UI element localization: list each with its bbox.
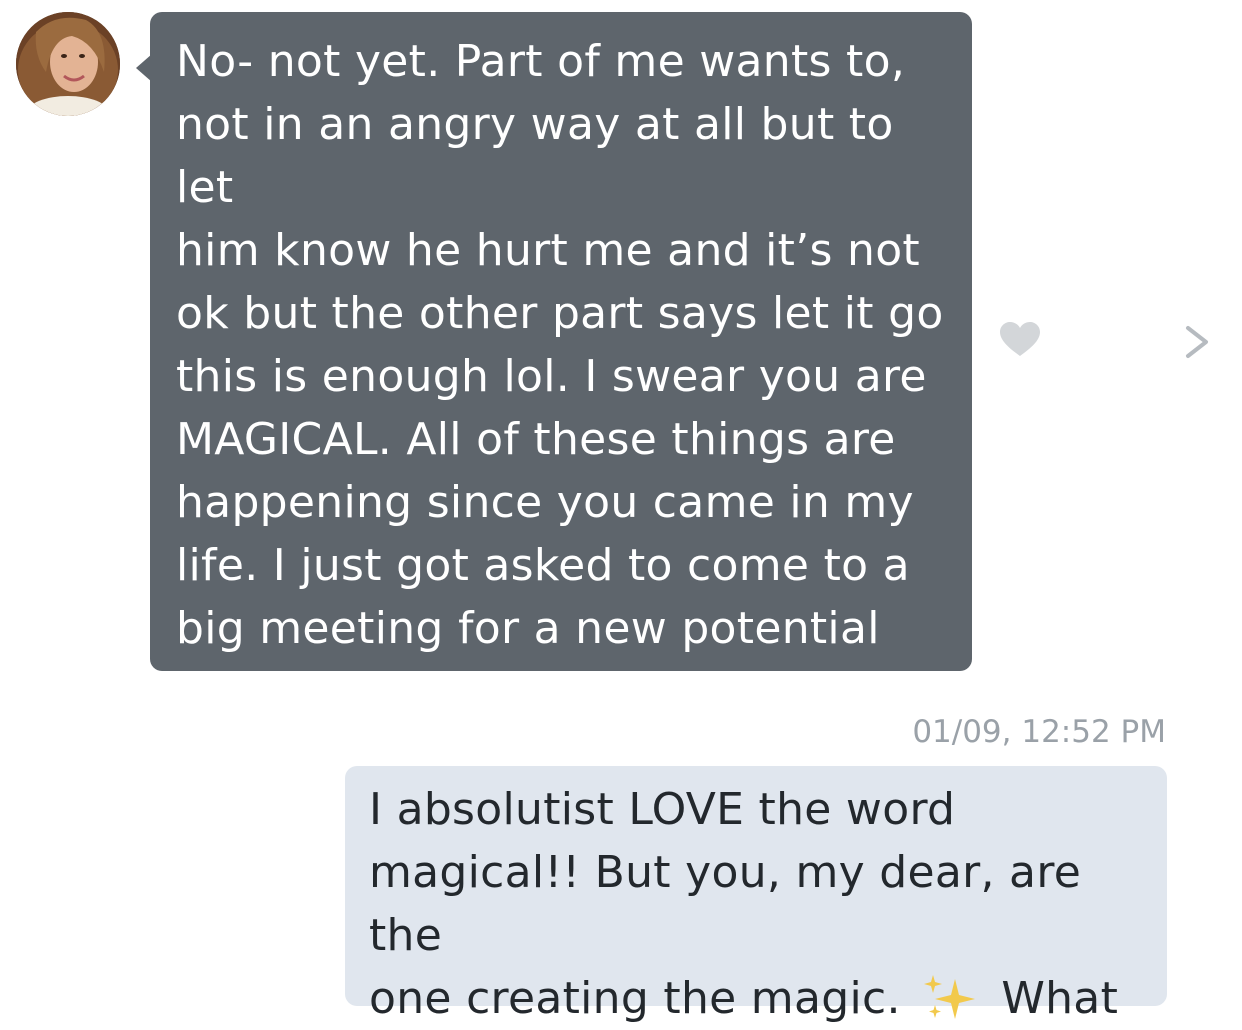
outgoing-text-part-2: What bbox=[987, 973, 1119, 1024]
chevron-right-icon[interactable] bbox=[1182, 322, 1212, 362]
sparkles-icon bbox=[924, 975, 976, 1019]
bubble-tail bbox=[136, 54, 152, 82]
incoming-message-text: No- not yet. Part of me wants to, not in… bbox=[176, 36, 944, 717]
incoming-message-bubble[interactable]: No- not yet. Part of me wants to, not in… bbox=[136, 12, 972, 717]
outgoing-message-bubble[interactable]: I absolutist LOVE the word magical!! But… bbox=[345, 766, 1167, 1024]
message-timestamp: 01/09, 12:52 PM bbox=[912, 714, 1166, 750]
avatar-photo bbox=[16, 12, 120, 116]
outgoing-message-text: I absolutist LOVE the word magical!! But… bbox=[369, 778, 1159, 1030]
heart-icon[interactable] bbox=[1000, 322, 1040, 358]
contact-avatar[interactable] bbox=[16, 12, 120, 116]
